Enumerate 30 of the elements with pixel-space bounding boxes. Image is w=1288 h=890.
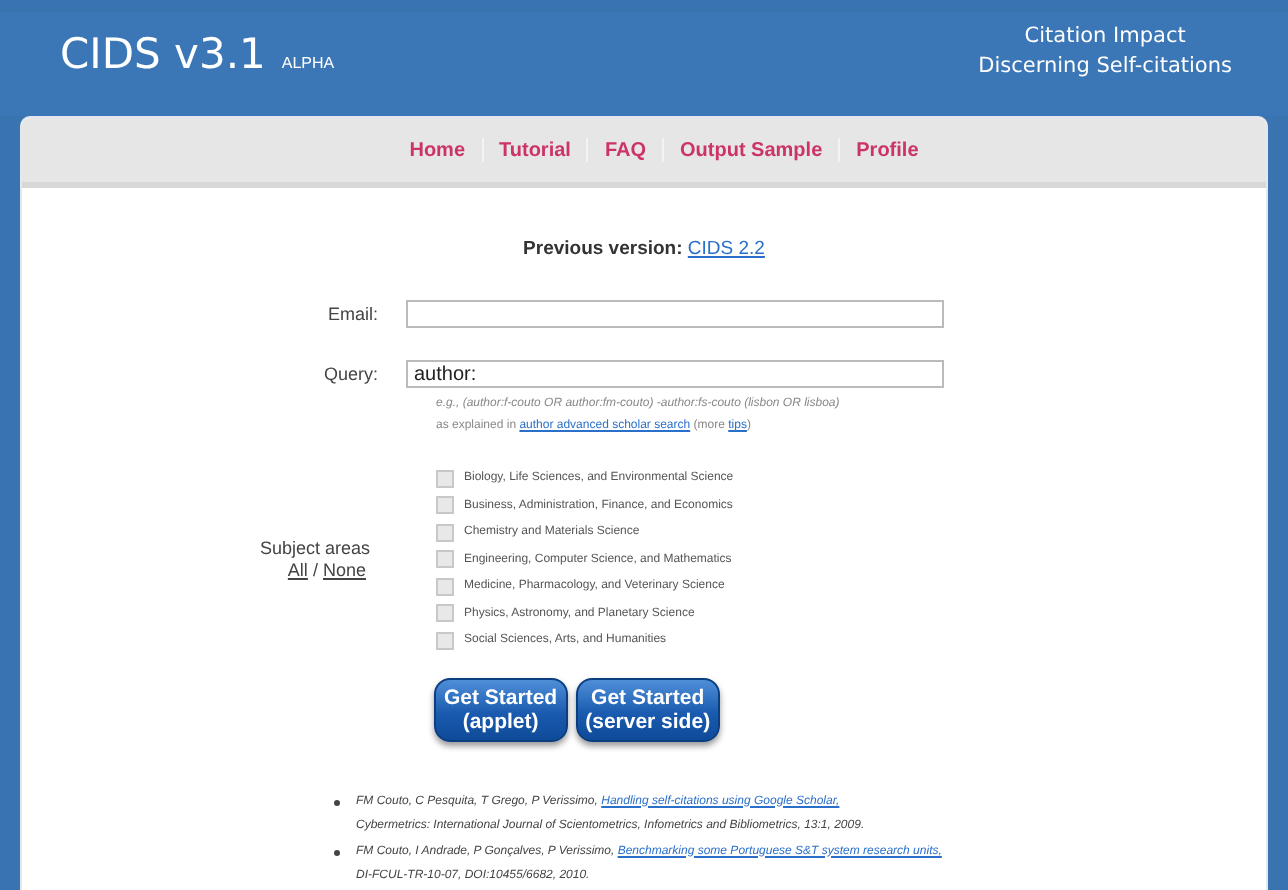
checkbox[interactable] <box>436 577 454 596</box>
bullet-icon <box>334 799 340 805</box>
checkbox[interactable] <box>436 469 454 488</box>
separator: / <box>312 559 318 580</box>
field-label: Query: <box>321 364 380 384</box>
get-started-button[interactable]: Get Started (applet) <box>434 677 568 741</box>
none-link[interactable]: None <box>322 559 366 580</box>
tagline: Citation Impact <box>1024 22 1186 52</box>
checkbox[interactable] <box>436 604 454 623</box>
checkbox[interactable] <box>436 550 454 569</box>
nav-link[interactable]: Output Sample <box>680 139 823 161</box>
site-title: CIDS v3.1 <box>60 30 266 78</box>
version-link[interactable]: CIDS 2.2 <box>687 238 765 260</box>
nav-link[interactable]: Home <box>409 139 466 161</box>
nav-link[interactable]: Profile <box>856 139 919 161</box>
nav-link[interactable]: FAQ <box>604 139 647 161</box>
field-label: Email: <box>325 304 380 324</box>
version-tag: ALPHA <box>281 54 335 72</box>
checkbox[interactable] <box>436 496 454 515</box>
bullet-icon <box>334 849 340 855</box>
get-started-button[interactable]: Get Started (server side) <box>575 677 721 741</box>
all-link[interactable]: All <box>287 559 308 580</box>
tagline: Discerning Self-citations <box>978 52 1232 82</box>
checkbox[interactable] <box>436 631 454 650</box>
checkbox[interactable] <box>436 523 454 542</box>
subject-areas-label: Subject areas <box>259 537 370 560</box>
email-field[interactable] <box>406 300 944 328</box>
previous-version-text: Previous version: CIDS 2.2 <box>521 238 767 260</box>
nav-link[interactable]: Tutorial <box>499 139 571 161</box>
query-field[interactable]: author: <box>406 360 944 388</box>
